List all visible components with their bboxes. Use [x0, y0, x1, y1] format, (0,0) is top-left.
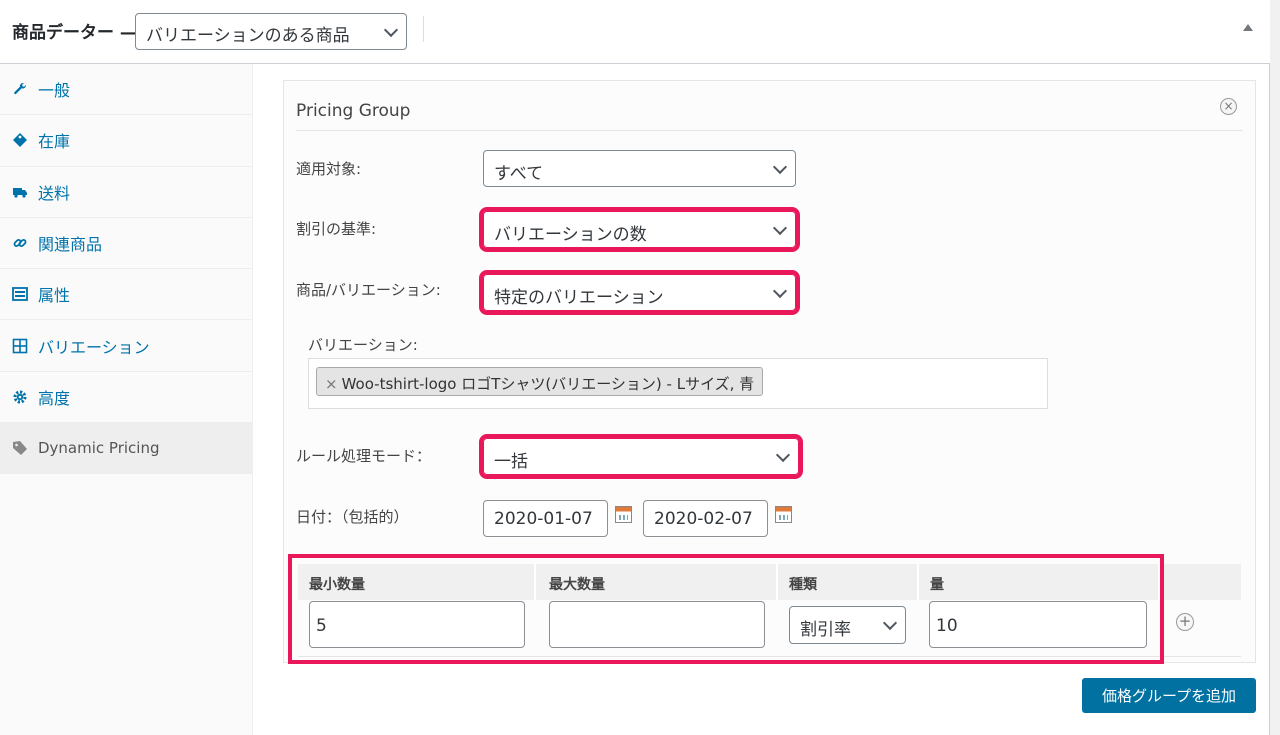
- tab-shipping[interactable]: 送料: [0, 167, 252, 218]
- divider: [296, 130, 1243, 131]
- wrench-icon: [14, 83, 26, 95]
- tab-variations[interactable]: バリエーション: [0, 320, 252, 372]
- add-pricing-group-button[interactable]: 価格グループを追加: [1082, 678, 1256, 713]
- tab-attributes[interactable]: 属性: [0, 269, 252, 321]
- chevron-down-icon: [772, 220, 788, 235]
- tab-label: 高度: [38, 388, 71, 408]
- rule-mode-value: 一括: [494, 452, 528, 472]
- chevron-down-icon: [775, 447, 791, 462]
- date-to-input[interactable]: 2020-02-07: [643, 500, 768, 537]
- discount-basis-select[interactable]: バリエーションの数: [479, 207, 800, 252]
- tab-general[interactable]: 一般: [0, 64, 252, 116]
- product-variation-value: 特定のバリエーション: [494, 288, 664, 308]
- collapse-toggle-icon[interactable]: [1243, 24, 1253, 31]
- pricing-group-panel: Pricing Group × 適用対象: すべて 割引の基準: バリエーション…: [283, 80, 1256, 664]
- applies-to-select[interactable]: すべて: [483, 150, 796, 187]
- chip-label: Woo-tshirt-logo ロゴTシャツ(バリエーション) - Lサイズ, …: [341, 375, 755, 393]
- close-icon[interactable]: ×: [1220, 98, 1237, 115]
- date-from-input[interactable]: 2020-01-07: [483, 500, 608, 537]
- tag-icon: [13, 133, 27, 148]
- list-icon: [12, 287, 28, 302]
- chevron-down-icon: [772, 159, 788, 174]
- calendar-icon[interactable]: [775, 506, 792, 523]
- link-icon: [13, 239, 27, 247]
- discount-basis-value: バリエーションの数: [494, 225, 647, 245]
- tab-advanced[interactable]: 高度: [0, 372, 252, 424]
- add-row-icon[interactable]: +: [1176, 613, 1194, 631]
- tab-label: 在庫: [38, 132, 71, 152]
- truck-icon: [13, 187, 27, 198]
- product-data-metabox: 商品データー — バリエーションのある商品 一般 在庫 送料 関連商品 属性 バ…: [0, 0, 1270, 735]
- metabox-header: 商品データー — バリエーションのある商品: [0, 0, 1270, 64]
- price-tag-icon: [13, 441, 27, 456]
- chevron-down-icon: [772, 283, 788, 298]
- tab-label: Dynamic Pricing: [38, 439, 160, 458]
- variation-multiselect[interactable]: × Woo-tshirt-logo ロゴTシャツ(バリエーション) - Lサイズ,…: [308, 358, 1048, 409]
- tab-label: 属性: [38, 286, 71, 306]
- applies-to-value: すべて: [494, 164, 544, 184]
- discount-basis-label: 割引の基準:: [296, 220, 377, 238]
- tab-label: 送料: [38, 183, 71, 203]
- product-type-select[interactable]: バリエーションのある商品: [135, 13, 407, 50]
- chip-remove-icon[interactable]: ×: [325, 375, 338, 393]
- rules-table-highlight: [288, 554, 1164, 664]
- rule-mode-label: ルール処理モード：: [296, 447, 432, 465]
- tab-inventory[interactable]: 在庫: [0, 115, 252, 167]
- tab-linked-products[interactable]: 関連商品: [0, 218, 252, 270]
- date-label: 日付：（包括的）: [296, 508, 409, 526]
- calendar-icon[interactable]: [615, 506, 632, 523]
- pricing-group-title: Pricing Group: [296, 101, 411, 121]
- metabox-title: 商品データー —: [12, 23, 137, 43]
- date-from-value: 2020-01-07: [494, 509, 593, 529]
- gear-icon: [13, 390, 27, 404]
- product-variation-label: 商品/バリエーション:: [296, 281, 441, 299]
- product-variation-select[interactable]: 特定のバリエーション: [479, 270, 800, 315]
- applies-to-label: 適用対象:: [296, 160, 362, 178]
- chevron-down-icon: [383, 22, 399, 37]
- tab-dynamic-pricing[interactable]: Dynamic Pricing: [0, 423, 252, 475]
- header-divider: [423, 16, 424, 42]
- grid-icon: [12, 338, 28, 353]
- product-type-value: バリエーションのある商品: [146, 26, 350, 46]
- tab-label: 関連商品: [38, 235, 103, 255]
- date-to-value: 2020-02-07: [654, 509, 753, 529]
- product-data-tabs: 一般 在庫 送料 関連商品 属性 バリエーション 高度 Dynamic Pric…: [0, 64, 253, 735]
- tab-label: バリエーション: [38, 337, 150, 357]
- variation-label: バリエーション:: [308, 336, 418, 354]
- variation-chip[interactable]: × Woo-tshirt-logo ロゴTシャツ(バリエーション) - Lサイズ,…: [316, 367, 764, 396]
- rule-mode-select[interactable]: 一括: [479, 434, 803, 479]
- tab-label: 一般: [38, 81, 71, 101]
